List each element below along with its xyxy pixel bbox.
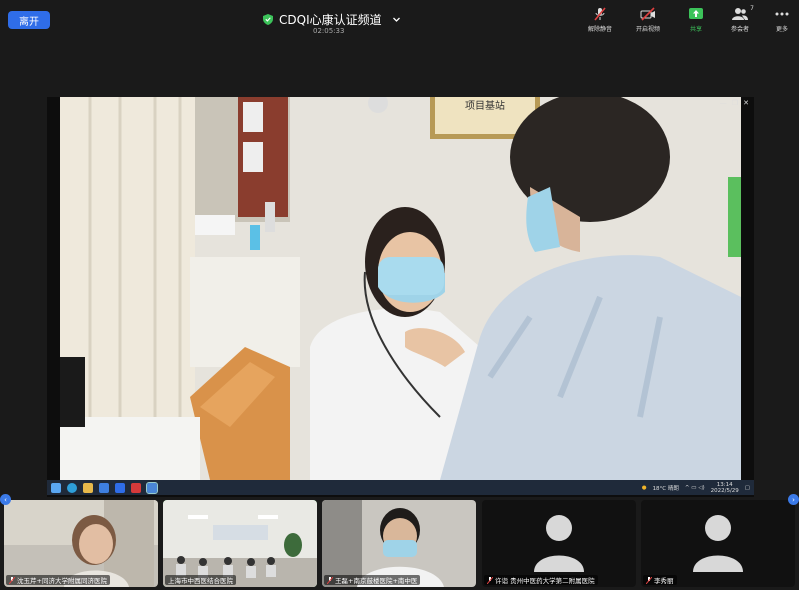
avatar-placeholder-icon [534, 515, 584, 572]
participants-count: 7 [750, 5, 754, 12]
avatar-placeholder-icon [693, 515, 743, 572]
meeting-title[interactable]: CDQI心康认证频道 [263, 10, 401, 28]
participant-tile[interactable]: 许诣 贵州中医药大学第二附属医院 [482, 500, 636, 587]
shield-icon [263, 13, 273, 25]
status-strip [0, 0, 799, 6]
participant-name: 李秀丽 [654, 577, 674, 585]
participant-name: 沈玉芹+同济大学附属同济医院 [17, 577, 107, 585]
start-video-label: 开启视频 [635, 26, 660, 33]
taskbar-clock: 13:14 2022/5/29 [711, 482, 739, 494]
scroll-left-icon[interactable]: ‹ [0, 494, 11, 505]
participant-tile[interactable]: 上海市中西医结合医院 [163, 500, 317, 587]
participant-strip: 沈玉芹+同济大学附属同济医院 上海市中西医结合医院 王磊+南京鼓楼医院+南中医 … [0, 500, 799, 588]
leave-button[interactable]: 离开 [8, 11, 50, 29]
restore-icon[interactable]: ❐ [732, 99, 738, 107]
file-explorer-icon [83, 482, 93, 493]
participant-video [4, 500, 158, 587]
start-video-button[interactable]: 开启视频 [628, 7, 668, 35]
system-tray: ● 18°C 晴朗 ^ ▭ ◁) 13:14 2022/5/29 ▢ [642, 480, 750, 495]
participant-name-bar: 沈玉芹+同济大学附属同济医院 [6, 575, 110, 585]
microphone-muted-icon [9, 576, 15, 584]
windows-start-icon [51, 482, 61, 493]
shared-taskbar: ● 18°C 晴朗 ^ ▭ ◁) 13:14 2022/5/29 ▢ [47, 480, 754, 495]
participant-tile[interactable]: 沈玉芹+同济大学附属同济医院 [4, 500, 158, 587]
participant-name-bar: 王磊+南京鼓楼医院+南中医 [324, 575, 421, 585]
participant-video [322, 500, 476, 587]
notification-icon: ▢ [744, 484, 750, 491]
video-app-icon [115, 482, 125, 493]
participant-tile[interactable]: 王磊+南京鼓楼医院+南中医 [322, 500, 476, 587]
share-screen-icon [689, 8, 703, 19]
share-button[interactable]: 共享 [676, 7, 716, 35]
edge-browser-icon [67, 482, 77, 493]
microphone-muted-icon [327, 576, 333, 584]
share-label: 共享 [689, 26, 702, 33]
scroll-right-icon[interactable]: › [788, 494, 799, 505]
participant-name: 王磊+南京鼓楼医院+南中医 [335, 577, 418, 585]
more-icon [775, 12, 789, 16]
participants-label: 参会者 [730, 26, 749, 33]
minimize-icon[interactable]: — [720, 99, 727, 107]
active-app-icon [146, 481, 158, 494]
participants-button[interactable]: 7 参会者 [720, 5, 760, 35]
weather-icon: ● [641, 484, 647, 491]
participant-name-bar: 许诣 贵州中医药大学第二附属医院 [484, 575, 598, 585]
clinic-scene-image: 项目基站 [60, 97, 741, 480]
video-off-icon [640, 7, 655, 21]
shared-video: 项目基站 [60, 97, 741, 480]
participant-name: 许诣 贵州中医药大学第二附属医院 [495, 577, 595, 585]
more-button[interactable]: 更多 [762, 7, 799, 35]
participant-name-bar: 上海市中西医结合医院 [165, 575, 236, 585]
microphone-muted-icon [487, 576, 493, 584]
more-label: 更多 [775, 26, 788, 33]
window-controls: — ❐ ✕ [703, 97, 754, 108]
participant-name: 上海市中西医结合医院 [168, 577, 233, 585]
close-icon[interactable]: ✕ [743, 99, 749, 107]
app-icon [99, 482, 109, 493]
microphone-muted-icon [646, 576, 652, 584]
weather-text: 18°C 晴朗 [652, 485, 679, 492]
unmute-button[interactable]: 解除静音 [580, 7, 620, 35]
participant-name-bar: 李秀丽 [643, 575, 677, 585]
unmute-label: 解除静音 [587, 26, 612, 33]
microphone-muted-icon [594, 7, 606, 21]
meeting-timer: 02:05:33 [313, 27, 345, 35]
meeting-title-text: CDQI心康认证频道 [279, 12, 382, 27]
chevron-down-icon[interactable] [392, 15, 401, 24]
participants-icon [732, 8, 748, 20]
tray-icons: ^ ▭ ◁) [684, 484, 705, 491]
participant-video [163, 500, 317, 587]
wps-icon [131, 482, 141, 493]
svg-text:项目基站: 项目基站 [465, 99, 505, 112]
taskbar-date: 2022/5/29 [710, 487, 739, 494]
participant-tile[interactable]: 李秀丽 [641, 500, 795, 587]
